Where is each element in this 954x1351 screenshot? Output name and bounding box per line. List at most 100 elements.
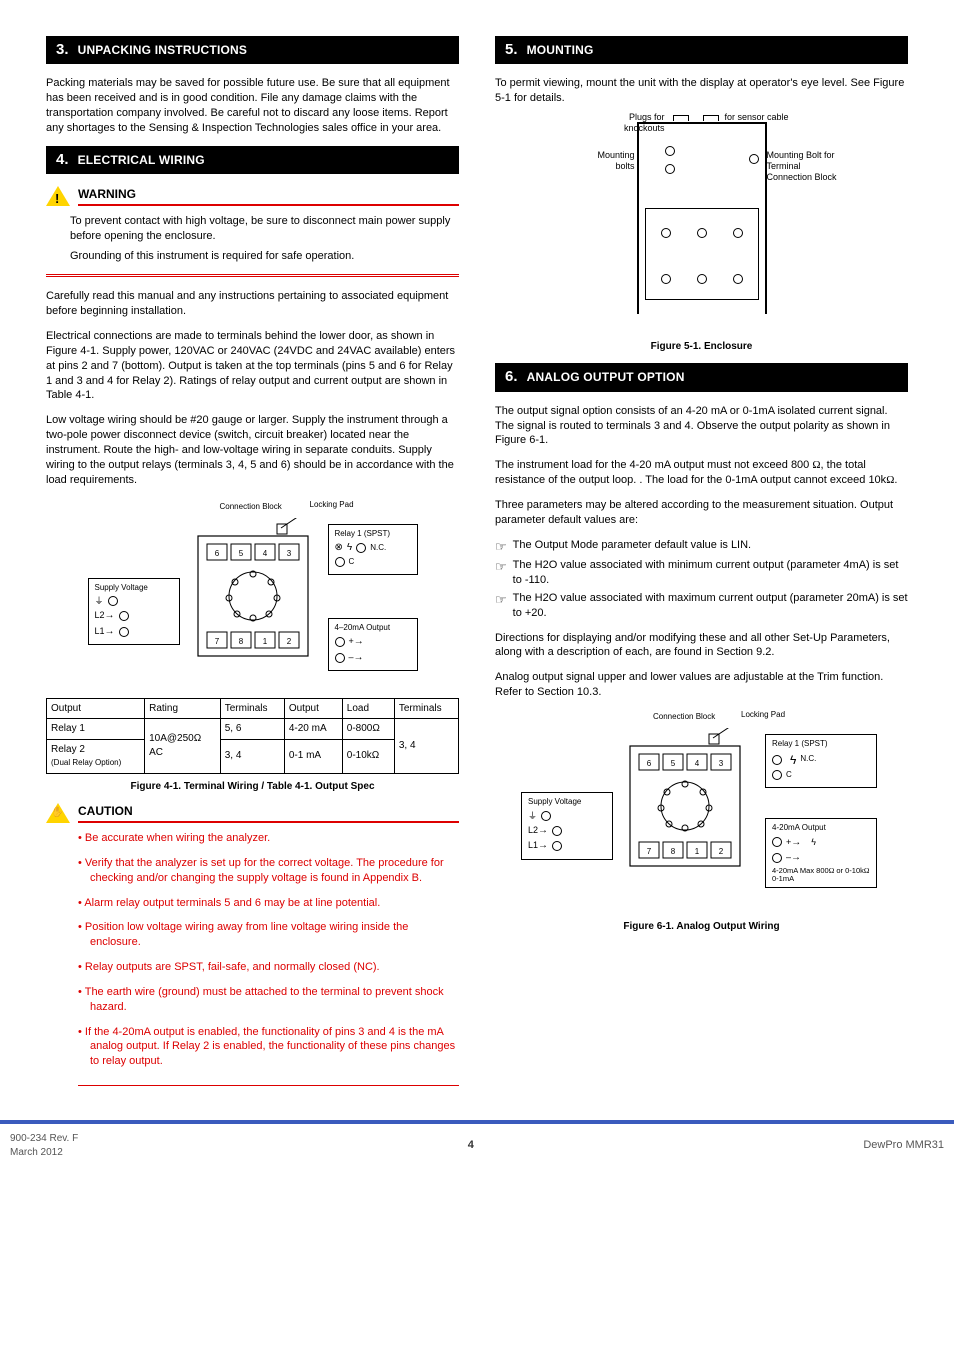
caution-line-2: Verify that the analyzer is set up for t…: [78, 856, 459, 886]
figure-5-1-caption: Figure 5-1. Enclosure: [495, 340, 908, 354]
figure-4-1-diagram: 6 5 4 3 7 8 1 2 Conne: [88, 498, 418, 688]
section-4-number: 4.: [56, 151, 69, 168]
octal-socket-icon: 6 5 4 3 7 8 1 2: [193, 518, 313, 668]
section-6-number: 6.: [505, 368, 518, 385]
conn-block-label: Connection Block: [220, 502, 282, 513]
caution-line-7: If the 4-20mA output is enabled, the fun…: [78, 1025, 459, 1070]
section-3-title: UNPACKING INSTRUCTIONS: [78, 43, 248, 57]
maout-plus-2: +: [786, 836, 801, 850]
sec6-p3: Three parameters may be altered accordin…: [495, 498, 908, 528]
keypoint-3: The H2O value associated with maximum cu…: [495, 591, 908, 621]
relay1-box: Relay 1 (SPST) ⊗ϟN.C. C: [328, 524, 418, 575]
table-4-1: Output Rating Terminals Output Load Term…: [46, 698, 459, 774]
ma-title: 4–20mA Output: [335, 623, 411, 634]
section-3-body: Packing materials may be saved for possi…: [46, 76, 459, 135]
r1c3: 5, 6: [220, 719, 284, 740]
sec6-p5: Analog output signal upper and lower val…: [495, 670, 908, 700]
supply-voltage-box: Supply Voltage ⏚ L2 L1: [88, 578, 180, 646]
warning-header: WARNING: [46, 186, 459, 208]
supply-l2-2: L2: [528, 824, 548, 838]
relay1-title: Relay 1 (SPST): [335, 529, 411, 540]
r1c5: 0-800Ω: [342, 719, 394, 740]
warning-label: WARNING: [78, 186, 459, 206]
svg-text:6: 6: [214, 549, 219, 558]
sec6-keypoints: The Output Mode parameter default value …: [495, 538, 908, 621]
ma-output-box: 4–20mA Output + –: [328, 618, 418, 672]
supply-voltage-box-2: Supply Voltage ⏚ L2 L1: [521, 792, 613, 860]
svg-text:2: 2: [286, 637, 291, 646]
section-6-title: ANALOG OUTPUT OPTION: [527, 370, 685, 384]
relay1-box-2: Relay 1 (SPST) ϟN.C. C: [765, 734, 877, 788]
warning-body: To prevent contact with high voltage, be…: [46, 214, 459, 278]
caution-line-5: Relay outputs are SPST, fail-safe, and n…: [78, 960, 459, 975]
supply-title-2: Supply Voltage: [528, 797, 606, 808]
figure-6-1-caption: Figure 6-1. Analog Output Wiring: [495, 920, 908, 934]
svg-text:1: 1: [695, 847, 700, 856]
r2c4: 0-1 mA: [284, 739, 342, 773]
r2c5: 0-10kΩ: [342, 739, 394, 773]
figure-6-1-diagram: 6 5 4 3 7 8 1 2 Connection Block: [535, 710, 865, 910]
figure-5-1-enclosure: Mounting bolts Mounting Bolt for Termina…: [617, 116, 787, 326]
section-4-title: ELECTRICAL WIRING: [78, 153, 205, 167]
r1c2: 10A@250ΩAC: [145, 719, 221, 774]
page-footer: 900-234 Rev. F March 2012 4 DewPro MMR31: [0, 1120, 954, 1173]
svg-text:4: 4: [262, 549, 267, 558]
footer-left: 900-234 Rev. F March 2012: [10, 1132, 78, 1159]
sec6-p4: Directions for displaying and/or modifyi…: [495, 631, 908, 661]
r1c1: Relay 1: [47, 719, 145, 740]
sec6-p1: The output signal option consists of an …: [495, 404, 908, 449]
section-5-title: MOUNTING: [527, 43, 594, 57]
relay1-c: C: [349, 557, 355, 568]
svg-text:8: 8: [671, 847, 676, 856]
sec4-p2: Electrical connections are made to termi…: [46, 329, 459, 403]
r2c3: 3, 4: [220, 739, 284, 773]
keypoint-2: The H2O value associated with minimum cu…: [495, 558, 908, 588]
caution-line-3: Alarm relay output terminals 5 and 6 may…: [78, 896, 459, 911]
section-3-heading: 3. UNPACKING INSTRUCTIONS: [46, 36, 459, 64]
r1c4: 4-20 mA: [284, 719, 342, 740]
caution-line-4: Position low voltage wiring away from li…: [78, 920, 459, 950]
th-terms2: Terminals: [394, 698, 458, 719]
keypoint-1: The Output Mode parameter default value …: [495, 538, 908, 556]
caution-line-6: The earth wire (ground) must be attached…: [78, 985, 459, 1015]
supply-l1: L1: [95, 625, 115, 639]
right-column: 5. MOUNTING To permit viewing, mount the…: [495, 36, 908, 1096]
conn-block-label-2: Connection Block: [653, 712, 715, 723]
section-4-heading: 4. ELECTRICAL WIRING: [46, 146, 459, 174]
svg-text:3: 3: [719, 759, 724, 768]
section-3-number: 3.: [56, 41, 69, 58]
relay1-nc-2: N.C.: [800, 754, 816, 765]
th-output: Output: [47, 698, 145, 719]
warning-text-2: Grounding of this instrument is required…: [70, 249, 459, 264]
ma-output-box-2: 4-20mA Output +ϟ – 4-20mA Max 800Ω or 0-…: [765, 818, 877, 888]
warning-text-1: To prevent contact with high voltage, be…: [70, 214, 459, 244]
figure-4-1-caption: Figure 4-1. Terminal Wiring / Table 4-1.…: [46, 780, 459, 794]
section-5-heading: 5. MOUNTING: [495, 36, 908, 64]
r2c1: Relay 2(Dual Relay Option): [47, 739, 145, 773]
footer-page-number: 4: [78, 1138, 863, 1153]
svg-text:7: 7: [214, 637, 219, 646]
svg-text:5: 5: [671, 759, 676, 768]
ma-plus: +: [349, 635, 364, 649]
supply-l2: L2: [95, 609, 115, 623]
load-note: 4-20mA Max 800Ω or 0-10kΩ 0-1mA: [772, 867, 870, 884]
caution-label: CAUTION: [78, 803, 459, 823]
r1c6: 3, 4: [394, 719, 458, 774]
lock-pad-label-2: Locking Pad: [741, 710, 785, 721]
lead-sensor-cable: for sensor cable: [725, 112, 795, 123]
th-rating: Rating: [145, 698, 221, 719]
lock-pad-label: Locking Pad: [310, 500, 354, 511]
section-6-heading: 6. ANALOG OUTPUT OPTION: [495, 363, 908, 391]
svg-text:4: 4: [695, 759, 700, 768]
supply-l1-2: L1: [528, 839, 548, 853]
svg-text:7: 7: [647, 847, 652, 856]
caution-line-1: Be accurate when wiring the analyzer.: [78, 831, 459, 846]
page: 3. UNPACKING INSTRUCTIONS Packing materi…: [0, 0, 954, 1096]
section-5-number: 5.: [505, 41, 518, 58]
th-terms: Terminals: [220, 698, 284, 719]
footer-right: DewPro MMR31: [863, 1138, 944, 1153]
svg-text:5: 5: [238, 549, 243, 558]
sec6-p2: The instrument load for the 4-20 mA outp…: [495, 458, 908, 488]
two-column-layout: 3. UNPACKING INSTRUCTIONS Packing materi…: [46, 36, 908, 1096]
sec4-p3: Low voltage wiring should be #20 gauge o…: [46, 413, 459, 487]
